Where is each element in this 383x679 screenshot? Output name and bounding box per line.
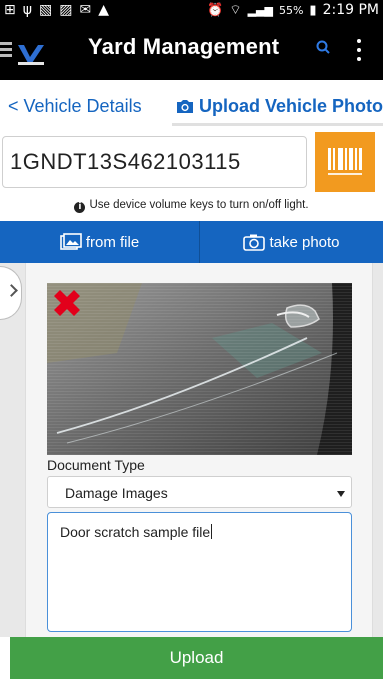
status-bar: ⊞ ψ ▧ ▨ ✉ ▲ ⏰ ⌔ ▂▄▆ 55% ▮ 2:19 PM xyxy=(0,0,383,20)
barcode-icon xyxy=(328,148,362,175)
alarm-icon: ⏰ xyxy=(207,2,224,18)
more-vert-icon[interactable] xyxy=(355,39,363,63)
description-text: Door scratch sample file xyxy=(60,524,213,540)
take-photo-label: take photo xyxy=(269,233,340,251)
add-box-icon: ⊞ xyxy=(4,2,16,18)
active-tab-indicator xyxy=(172,123,383,126)
tab-bar: < Vehicle Details Upload Vehicle Photos xyxy=(0,84,383,126)
tab-vehicle-details[interactable]: < Vehicle Details xyxy=(8,96,142,117)
hamburger-icon[interactable] xyxy=(0,42,12,58)
delete-photo-icon[interactable] xyxy=(50,286,84,320)
no-sim-icon: ▧ xyxy=(38,2,53,18)
upload-button[interactable]: Upload xyxy=(10,637,383,679)
document-type-value: Damage Images xyxy=(65,485,168,501)
document-type-label: Document Type xyxy=(47,457,145,473)
signal-icon: ▂▄▆ xyxy=(247,3,273,17)
status-icons: ⊞ ψ ▧ ▨ ✉ ▲ xyxy=(4,2,109,18)
clock: 2:19 PM xyxy=(322,2,379,18)
battery-charging-icon: ▮ xyxy=(309,2,317,18)
dropdown-arrow-icon xyxy=(337,491,345,497)
app-bar: Yard Management xyxy=(0,20,383,80)
app-logo[interactable] xyxy=(16,43,46,65)
info-icon: i xyxy=(74,202,86,213)
from-file-label: from file xyxy=(85,233,140,251)
usb-icon: ψ xyxy=(22,2,32,18)
tab-upload-label: Upload Vehicle Photos xyxy=(199,96,383,116)
from-file-button[interactable]: from file xyxy=(0,221,199,263)
description-value: Door scratch sample file xyxy=(60,524,211,540)
text-cursor xyxy=(211,524,213,539)
wifi-icon: ⌔ xyxy=(229,3,242,18)
vin-value: 1GNDT13S462103115 xyxy=(10,149,241,174)
mail-icon: ✉ xyxy=(79,2,92,18)
battery-level: 55% xyxy=(278,3,304,17)
tab-upload-vehicle-photos[interactable]: Upload Vehicle Photos xyxy=(175,96,383,117)
status-right: ⏰ ⌔ ▂▄▆ 55% ▮ 2:19 PM xyxy=(207,2,379,18)
barcode-scan-button[interactable] xyxy=(315,132,375,192)
app-title: Yard Management xyxy=(88,34,280,59)
vehicle-photo xyxy=(47,283,352,455)
images-icon xyxy=(60,233,82,250)
camera-icon xyxy=(243,234,266,251)
camera-icon xyxy=(177,100,193,113)
image-icon: ▨ xyxy=(59,2,73,18)
take-photo-button[interactable]: take photo xyxy=(200,221,383,263)
search-icon[interactable] xyxy=(313,35,333,59)
warning-icon: ▲ xyxy=(98,2,109,18)
light-hint: i Use device volume keys to turn on/off l… xyxy=(0,199,383,213)
hint-text: Use device volume keys to turn on/off li… xyxy=(89,199,309,211)
